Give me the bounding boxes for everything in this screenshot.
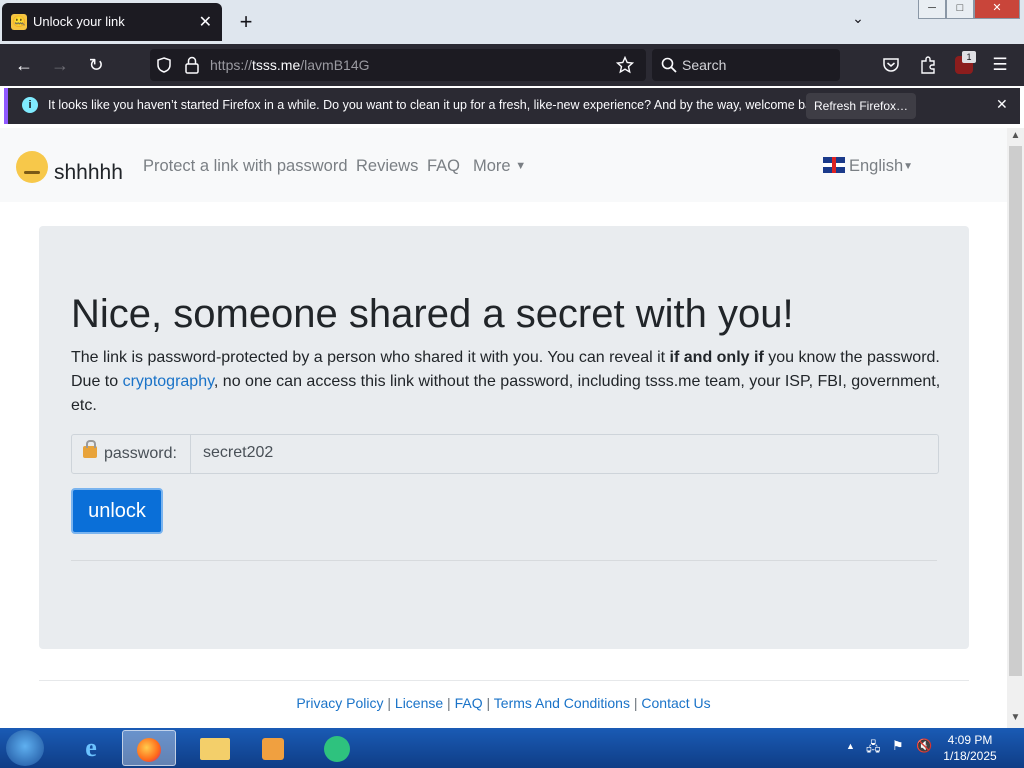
- url-path: /lavmB14G: [300, 57, 370, 73]
- web-page: shhhhh Protect a link with password Revi…: [0, 128, 1007, 728]
- shield-icon[interactable]: [156, 57, 172, 73]
- site-favicon-icon: 🤐: [11, 14, 27, 30]
- caret-down-icon: ▼: [903, 161, 914, 172]
- address-bar[interactable]: https://tsss.me/lavmB14G: [150, 49, 646, 81]
- lead-text-1: The link is password-protected by a pers…: [71, 349, 670, 366]
- info-icon: i: [22, 97, 38, 113]
- unlock-panel: Nice, someone shared a secret with you! …: [39, 226, 969, 649]
- menu-hamburger-icon[interactable]: ☰: [988, 53, 1012, 77]
- lead-bold: if and only if: [669, 349, 764, 366]
- terms-link[interactable]: Terms And Conditions: [494, 695, 630, 711]
- close-window-button[interactable]: ✕: [974, 0, 1020, 19]
- maximize-button[interactable]: □: [946, 0, 974, 19]
- clock-date: 1/18/2025: [943, 749, 997, 763]
- nav-protect-link[interactable]: Protect a link with password: [143, 157, 348, 176]
- footer-links: Privacy Policy | License | FAQ | Terms A…: [296, 695, 711, 711]
- lead-paragraph: The link is password-protected by a pers…: [71, 346, 951, 418]
- forward-arrow-icon[interactable]: →: [48, 53, 72, 77]
- extension-badge-count: 1: [962, 51, 976, 63]
- contact-link[interactable]: Contact Us: [641, 695, 710, 711]
- nav-reviews[interactable]: Reviews: [356, 157, 418, 176]
- page-heading: Nice, someone shared a secret with you!: [71, 292, 794, 336]
- minimize-button[interactable]: ─: [918, 0, 946, 19]
- search-bar[interactable]: Search: [652, 49, 840, 81]
- url-host: tsss.me: [252, 57, 301, 73]
- clock-time: 4:09 PM: [947, 733, 993, 747]
- action-center-flag-icon[interactable]: ⚑: [892, 738, 904, 754]
- url-text[interactable]: https://tsss.me/lavmB14G: [210, 57, 370, 73]
- nav-more-label: More: [473, 157, 511, 175]
- search-placeholder: Search: [682, 57, 727, 73]
- zipper-mouth-face-logo-icon[interactable]: [16, 151, 48, 183]
- language-dropdown[interactable]: English▼: [849, 157, 913, 176]
- firefox-taskbar-icon[interactable]: [122, 730, 176, 766]
- scroll-down-arrow-icon[interactable]: ▼: [1007, 712, 1024, 723]
- tab-close-icon[interactable]: ✕: [199, 12, 212, 32]
- cryptography-link[interactable]: cryptography: [123, 373, 214, 390]
- show-hidden-icons-arrow[interactable]: ▲: [846, 741, 855, 751]
- extensions-puzzle-icon[interactable]: [919, 55, 937, 75]
- list-tabs-chevron-icon[interactable]: ⌄: [846, 10, 870, 34]
- nav-more-dropdown[interactable]: More ▼: [473, 157, 526, 176]
- window-controls: ─ □ ✕: [918, 0, 1022, 19]
- back-arrow-icon[interactable]: ←: [12, 53, 36, 77]
- file-explorer-folder-icon[interactable]: [188, 730, 242, 766]
- password-field[interactable]: [191, 435, 937, 471]
- password-input-group: password:: [71, 434, 939, 474]
- search-icon: [661, 57, 677, 73]
- active-tab[interactable]: 🤐 Unlock your link ✕: [2, 3, 222, 41]
- tab-strip: 🤐 Unlock your link ✕ + ⌄ ─ □ ✕: [0, 0, 1024, 44]
- language-label: English: [849, 157, 904, 175]
- footer-faq-link[interactable]: FAQ: [455, 695, 483, 711]
- caret-down-icon: ▼: [515, 160, 527, 172]
- refresh-firefox-button[interactable]: Refresh Firefox…: [806, 93, 916, 119]
- tab-title: Unlock your link: [33, 14, 125, 29]
- internet-explorer-icon[interactable]: e: [64, 730, 118, 766]
- system-clock[interactable]: 4:09 PM 1/18/2025: [930, 732, 1010, 764]
- start-button-windows-icon[interactable]: [6, 730, 44, 766]
- site-brand[interactable]: shhhhh: [54, 161, 123, 185]
- close-notification-icon[interactable]: ✕: [996, 96, 1008, 113]
- refresh-notification-bar: i It looks like you haven’t started Fire…: [4, 88, 1020, 124]
- network-icon[interactable]: 🖧: [866, 738, 881, 760]
- lock-icon[interactable]: [184, 56, 200, 74]
- pocket-icon[interactable]: [882, 56, 900, 74]
- license-link[interactable]: License: [395, 695, 443, 711]
- reload-icon[interactable]: ↻: [84, 53, 108, 77]
- divider: [71, 560, 937, 561]
- nav-faq[interactable]: FAQ: [427, 157, 460, 176]
- password-label: password:: [72, 435, 191, 473]
- messenger-app-icon[interactable]: [310, 730, 364, 766]
- windows-taskbar: e ▲ 🖧 ⚑ 🔇 4:09 PM 1/18/2025: [0, 728, 1024, 768]
- password-label-text: password:: [104, 445, 177, 462]
- url-scheme: https://: [210, 57, 253, 73]
- media-player-icon[interactable]: [246, 730, 300, 766]
- unlock-button[interactable]: unlock: [71, 488, 163, 534]
- new-tab-button[interactable]: +: [234, 8, 258, 36]
- notification-message: It looks like you haven’t started Firefo…: [48, 98, 829, 112]
- bookmark-star-icon[interactable]: [616, 56, 634, 74]
- uk-flag-icon[interactable]: [823, 157, 845, 173]
- site-navbar: shhhhh Protect a link with password Revi…: [0, 128, 1007, 202]
- scroll-up-arrow-icon[interactable]: ▲: [1007, 130, 1024, 141]
- footer-divider: [39, 680, 969, 681]
- padlock-icon: [83, 440, 97, 458]
- navigation-toolbar: ← → ↻ https://tsss.me/lavmB14G Search 1 …: [0, 44, 1024, 86]
- privacy-policy-link[interactable]: Privacy Policy: [296, 695, 383, 711]
- scrollbar-thumb[interactable]: [1009, 146, 1022, 676]
